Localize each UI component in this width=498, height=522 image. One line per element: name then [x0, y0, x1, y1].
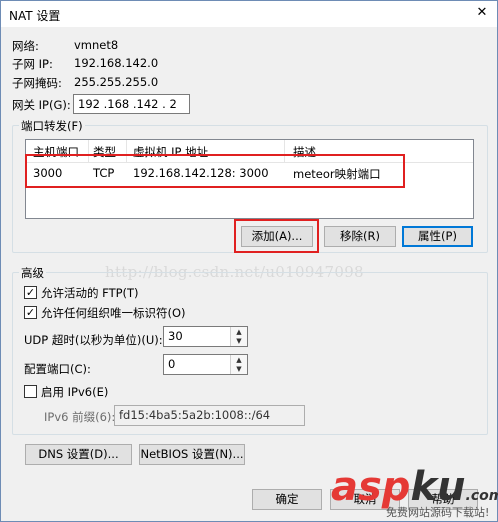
- network-label: 网络:: [12, 39, 39, 53]
- ipv6-prefix-input[interactable]: fd15:4ba5:5a2b:1008::/64: [114, 405, 305, 426]
- properties-button[interactable]: 属性(P): [402, 226, 473, 247]
- ipv6-prefix-label: IPv6 前缀(6):: [44, 410, 116, 424]
- netbios-settings-button[interactable]: NetBIOS 设置(N)...: [139, 444, 245, 465]
- udp-timeout-value: 30: [168, 329, 183, 343]
- udp-timeout-label: UDP 超时(以秒为单位)(U):: [24, 333, 163, 347]
- spin-down-icon[interactable]: ▼: [231, 364, 247, 374]
- ok-button[interactable]: 确定: [252, 489, 322, 510]
- add-button-highlight-box: [234, 219, 319, 253]
- config-port-value: 0: [168, 357, 176, 371]
- config-port-input[interactable]: 0 ▲ ▼: [163, 354, 248, 375]
- window-title: NAT 设置: [9, 9, 61, 23]
- spin-down-icon[interactable]: ▼: [231, 336, 247, 346]
- enable-ipv6-checkbox[interactable]: [24, 385, 37, 398]
- dns-settings-button[interactable]: DNS 设置(D)...: [25, 444, 132, 465]
- row-highlight-box: [25, 154, 405, 188]
- check-icon: ✓: [25, 306, 36, 319]
- allow-any-oui-checkbox[interactable]: ✓: [24, 306, 37, 319]
- logo-tagline: 免费网站源码下载站!: [386, 506, 490, 519]
- network-value: vmnet8: [74, 38, 119, 52]
- allow-any-oui-label[interactable]: 允许任何组织唯一标识符(O): [41, 305, 186, 321]
- close-icon[interactable]: ✕: [469, 1, 495, 25]
- gateway-ip-input[interactable]: 192 .168 .142 . 2: [73, 94, 190, 114]
- udp-timeout-input[interactable]: 30 ▲ ▼: [163, 326, 248, 347]
- udp-timeout-stepper[interactable]: ▲ ▼: [230, 327, 247, 346]
- title-bar: NAT 设置 ✕: [1, 1, 497, 27]
- advanced-legend: 高级: [19, 265, 46, 281]
- config-port-stepper[interactable]: ▲ ▼: [230, 355, 247, 374]
- subnet-mask-value: 255.255.255.0: [74, 75, 159, 89]
- subnet-mask-label: 子网掩码:: [12, 76, 62, 90]
- remove-button[interactable]: 移除(R): [324, 226, 396, 247]
- subnet-ip-value: 192.168.142.0: [74, 56, 159, 70]
- check-icon: ✓: [25, 286, 36, 299]
- gateway-ip-label: 网关 IP(G):: [12, 98, 71, 112]
- nat-settings-dialog: NAT 设置 ✕ 网络: vmnet8 子网 IP: 192.168.142.0…: [0, 0, 498, 522]
- allow-active-ftp-checkbox[interactable]: ✓: [24, 286, 37, 299]
- logo-suffix: .com: [465, 488, 498, 504]
- allow-active-ftp-label[interactable]: 允许活动的 FTP(T): [41, 285, 139, 301]
- port-forwarding-legend: 端口转发(F): [19, 118, 85, 134]
- config-port-label: 配置端口(C):: [24, 362, 91, 376]
- subnet-ip-label: 子网 IP:: [12, 57, 53, 71]
- enable-ipv6-label[interactable]: 启用 IPv6(E): [41, 384, 108, 400]
